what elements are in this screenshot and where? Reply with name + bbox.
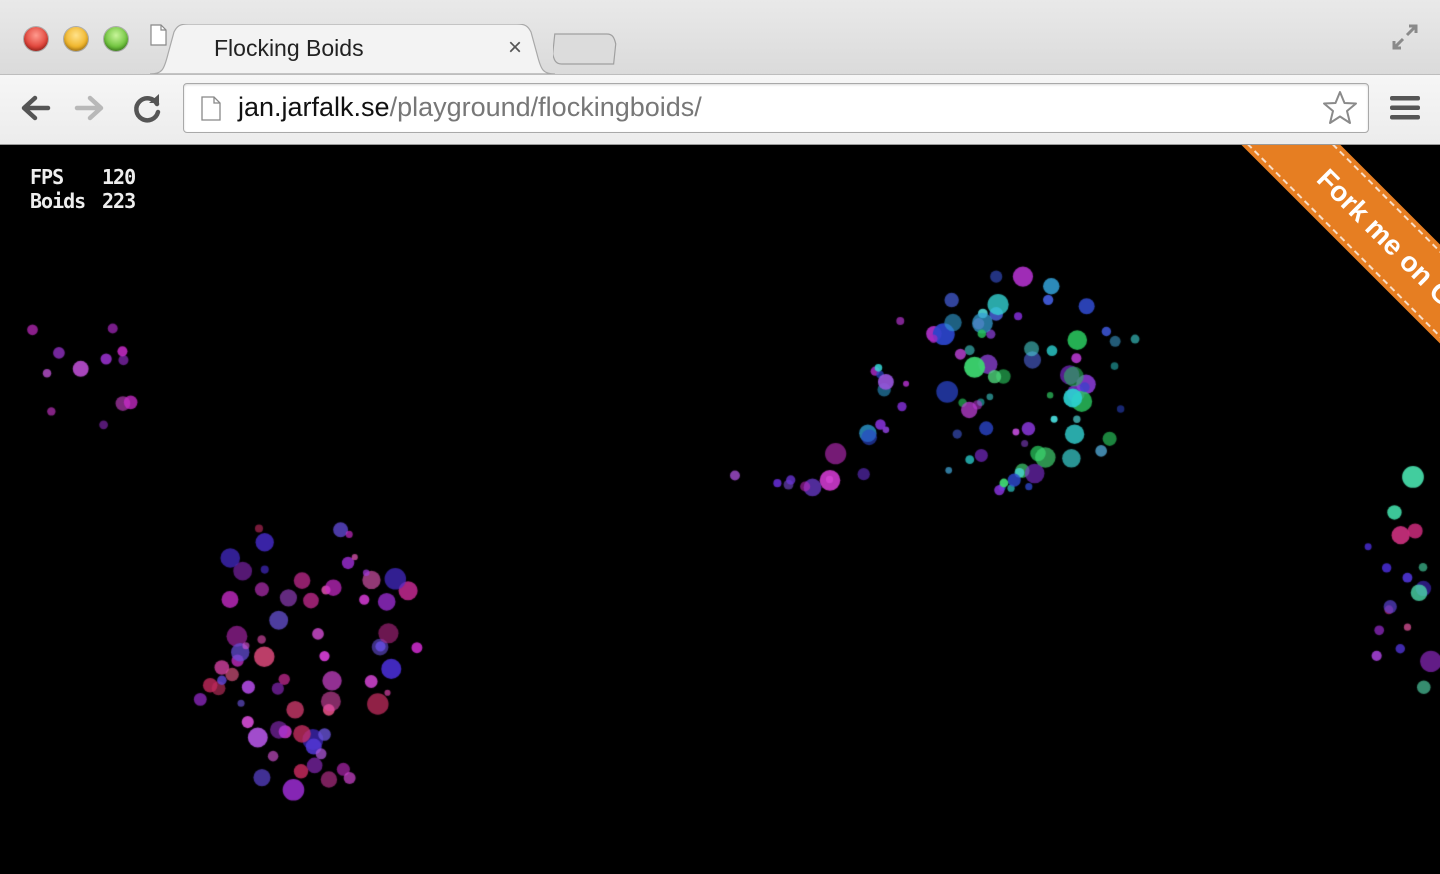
close-window-button[interactable] (24, 27, 48, 51)
menu-icon[interactable] (1388, 93, 1422, 123)
url-domain: jan.jarfalk.se (238, 92, 390, 122)
zoom-window-button[interactable] (104, 27, 128, 51)
address-bar[interactable]: jan.jarfalk.se/playground/flockingboids/ (183, 83, 1369, 133)
page-icon (150, 24, 167, 46)
new-tab-button[interactable] (553, 32, 619, 66)
fullscreen-icon[interactable] (1390, 22, 1420, 52)
tab-active[interactable]: Flocking Boids × (150, 24, 555, 74)
fork-me-on-github-link[interactable]: Fork me on GitHub (1239, 145, 1440, 435)
tab-strip: Flocking Boids × (0, 0, 1440, 74)
page-icon (201, 96, 221, 121)
star-icon[interactable] (1321, 89, 1359, 127)
forward-arrow-icon[interactable] (73, 91, 107, 125)
close-icon[interactable]: × (508, 34, 522, 62)
back-arrow-icon[interactable] (18, 91, 52, 125)
tab-title: Flocking Boids (214, 35, 364, 61)
toolbar: jan.jarfalk.se/playground/flockingboids/ (0, 74, 1440, 145)
minimize-window-button[interactable] (64, 27, 88, 51)
page-viewport: FPS 120 Boids 223 Fork me on GitHub (0, 145, 1440, 874)
stats-overlay: FPS 120 Boids 223 (30, 165, 136, 213)
url-text[interactable]: jan.jarfalk.se/playground/flockingboids/ (238, 92, 702, 123)
boids-row: Boids 223 (30, 189, 136, 213)
github-ribbon: Fork me on GitHub (1140, 145, 1440, 445)
fps-label: FPS (30, 165, 64, 189)
boids-label: Boids (30, 189, 86, 213)
fps-value: 120 (102, 165, 136, 189)
reload-icon[interactable] (130, 91, 164, 125)
fps-row: FPS 120 (30, 165, 136, 189)
boids-value: 223 (102, 189, 136, 213)
url-path: /playground/flockingboids/ (389, 92, 702, 122)
browser-chrome: Flocking Boids × jan.jarfalk.se/playgrou… (0, 0, 1440, 145)
